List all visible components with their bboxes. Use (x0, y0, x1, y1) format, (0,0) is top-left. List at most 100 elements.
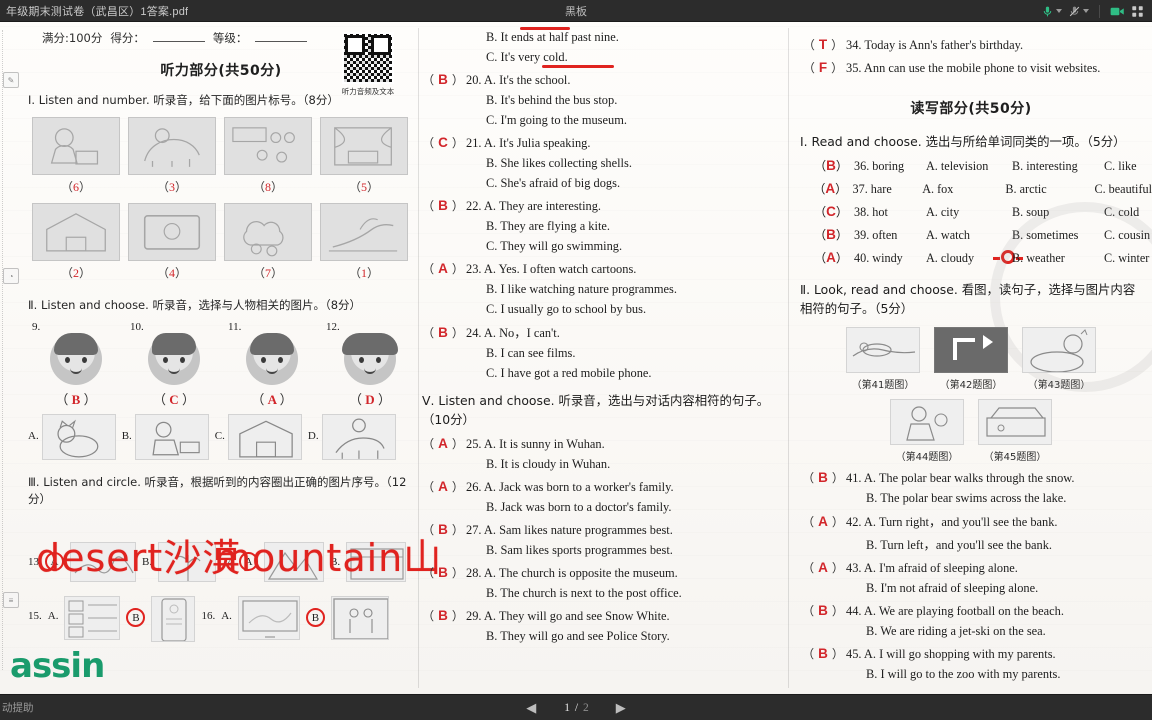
edge-tool-clock-icon[interactable]: ◔ (3, 268, 19, 284)
answer-bracket: （B） (802, 645, 844, 661)
microphone-button[interactable] (1041, 5, 1062, 18)
question-row: （B） 22. A. They are interesting. (420, 197, 788, 214)
sketch-beach-kids-icon (232, 127, 295, 163)
question-row: （T） 34. Today is Ann's father's birthday… (800, 36, 1152, 53)
answer-bracket: （A） (422, 479, 464, 495)
edge-tool-annotate-icon[interactable]: ✎ (3, 72, 19, 88)
answer-bracket: （B） (802, 469, 844, 485)
picture-cell: （4） (128, 203, 216, 281)
paper-column-right: （T） 34. Today is Ann's father's birthday… (790, 22, 1152, 694)
question-row: （A） 23. A. Yes. I often watch cartoons. (420, 260, 788, 277)
paper-column-middle: B. It ends at half past nine. C. It's ve… (420, 22, 1023, 694)
question-row: （B） 29. A. They will go and see Snow Whi… (420, 607, 788, 624)
option-line: B. It's behind the bus stop. (486, 93, 618, 107)
option-thumb-cell: C. (215, 413, 302, 460)
question-text: 44. A. We are playing football on the be… (846, 603, 1064, 618)
portrait-number: 10. (130, 320, 144, 333)
word-prompt: 40. windy (854, 251, 903, 266)
figure-cell: （第42题图） (934, 326, 1008, 391)
thumb-building (227, 413, 302, 460)
red-underline-cold (542, 65, 614, 68)
thumb-post-office (346, 542, 407, 582)
thumb-device-list (64, 596, 121, 640)
word-prompt: 38. hot (854, 205, 888, 220)
camera-chevron-down-icon[interactable] (1083, 9, 1089, 13)
reading-part2-instruction: Ⅱ. Look, read and choose. 看图，读句子，选择与图片内容… (800, 282, 1136, 317)
answer-bracket: （C） (422, 135, 464, 150)
column-divider-2 (788, 28, 789, 688)
thumb-cat (41, 413, 116, 460)
figure-kids-playing-beach (890, 398, 964, 445)
red-underline-mark (520, 27, 570, 30)
question-text: 25. A. It is sunny in Wuhan. (466, 437, 605, 452)
video-camera-button[interactable] (1110, 5, 1125, 18)
option-b: B. soup (1012, 205, 1050, 220)
option-line: B. They are flying a kite. (486, 219, 610, 233)
part1-picture-row-2: （2） （4） （7） （1） (24, 203, 418, 281)
answer-bracket: （A） (813, 181, 848, 197)
q15-number: 15. (28, 610, 42, 622)
question-text: 45. A. I will go shopping with my parent… (846, 646, 1056, 661)
part1-answer: （1） (348, 266, 380, 281)
figure-turn-right-sign (934, 326, 1008, 373)
q16-circled-answer: B (305, 608, 325, 627)
figure-child-sleeping (1022, 326, 1096, 373)
option-a: A. watch (926, 228, 970, 243)
portrait-cell: 10. （ C ） (128, 321, 220, 408)
figure-caption: （第42题图） (939, 379, 1003, 391)
option-c: C. cold (1104, 205, 1140, 220)
sketch-sleeping-child-icon (1030, 328, 1088, 372)
word-row: （A） 37. hare A. fox B. arctic C. beautif… (808, 179, 1152, 197)
part2-answer: （ A ） (251, 391, 293, 407)
thumb-tv-nature (237, 596, 300, 640)
classin-whiteboard-app: 年级期末测试卷（武昌区）1答案.pdf 黑板 ✎ ◔ ≡ 满分:100分 得分：… (0, 0, 1152, 720)
portrait-cell: 9. （ B ） (30, 321, 122, 408)
part1-answer: （8） (252, 180, 284, 195)
option-c: C. like (1104, 159, 1137, 174)
answer-bracket: （A） (422, 261, 464, 276)
sketch-cat-icon (57, 419, 99, 457)
microphone-chevron-down-icon[interactable] (1056, 9, 1062, 13)
picture-cell: （2） (32, 203, 120, 281)
video-camera-icon (1110, 7, 1124, 15)
pdf-viewer[interactable]: ✎ ◔ ≡ 满分:100分 得分： 等级： 听力音频及文本 听力部分(共50分)… (0, 22, 1152, 694)
thumb-mountain (264, 542, 325, 582)
picture-bird-flying (320, 203, 408, 262)
grade-label: 等级： (212, 31, 248, 45)
question-row: （B） 44. A. We are playing football on th… (800, 602, 1152, 619)
camera-toggle-button[interactable] (1068, 5, 1089, 18)
edge-tool-layers-icon[interactable]: ≡ (3, 592, 19, 608)
answer-bracket: （C） (813, 204, 849, 220)
thumb-couple (330, 596, 389, 640)
sketch-tv-icon (143, 215, 201, 250)
next-page-icon[interactable]: ▶ (616, 700, 626, 716)
q13-circled-answer: A (45, 552, 64, 571)
page-edge-toolbar[interactable]: ✎ ◔ ≡ (2, 30, 20, 670)
option-line: B. I will go to the zoo with my parents. (866, 666, 1061, 681)
figure-caption: （第43题图） (1027, 379, 1091, 391)
paper-column-left: 满分:100分 得分： 等级： 听力音频及文本 听力部分(共50分) Ⅰ. Li… (10, 22, 441, 694)
previous-page-icon[interactable]: ◀ (526, 700, 536, 716)
figure-caption: （第45题图） (983, 451, 1047, 463)
question-row: （B） 41. A. The polar bear walks through … (800, 469, 1152, 486)
sketch-polar-bear-icon (852, 342, 916, 357)
q16-option-a: A. (221, 610, 232, 622)
question-text: 28. A. The church is opposite the museum… (466, 566, 678, 581)
option-line: B. The polar bear swims across the lake. (866, 490, 1067, 505)
figure-shopping-stall (978, 398, 1052, 445)
listening-audio-qr[interactable]: 听力音频及文本 (340, 32, 396, 97)
part1-answer: （6） (60, 180, 92, 195)
picture-cell: （6） (32, 117, 120, 195)
option-label: B. (121, 429, 132, 442)
option-line: B. I like watching nature programmes. (486, 282, 677, 296)
option-a: A. television (926, 159, 989, 174)
word-row: （A） 40. windy A. cloudy B. weather C. wi… (808, 248, 1152, 266)
option-a: A. city (926, 205, 960, 220)
grid-layout-button[interactable] (1131, 5, 1144, 18)
question-row: （B） 45. A. I will go shopping with my pa… (800, 645, 1152, 662)
sketch-plant-icon (175, 555, 201, 581)
option-c: C. cousin (1104, 228, 1151, 243)
part3-row-1: 13 A B. 14 A B. (24, 542, 418, 582)
question-text: 35. Ann can use the mobile phone to visi… (846, 61, 1101, 75)
portrait-girl-pigtails-icon (342, 332, 398, 385)
